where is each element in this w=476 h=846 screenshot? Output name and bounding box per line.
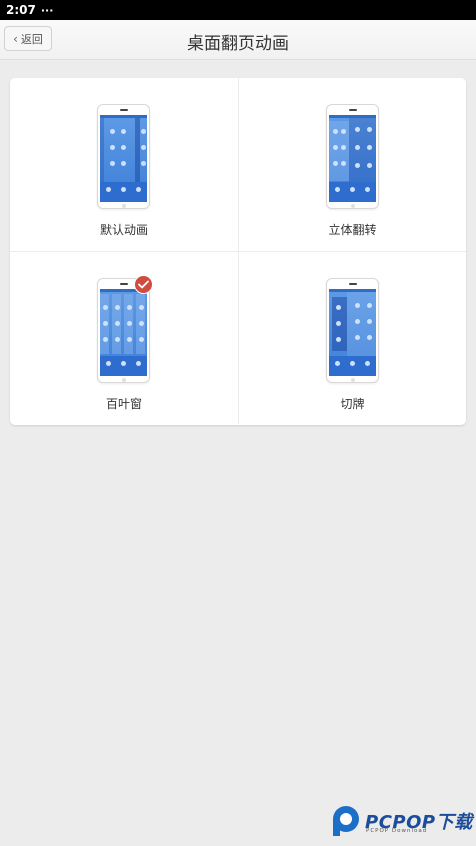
selected-check-icon <box>134 275 153 294</box>
default-animation-preview <box>97 104 150 209</box>
title-bar: ‹ 返回 桌面翻页动画 <box>0 20 476 60</box>
option-card-cut[interactable]: 切牌 <box>238 251 466 424</box>
status-time: 2:07 <box>6 3 36 17</box>
page-title: 桌面翻页动画 <box>187 34 289 54</box>
3d-flip-preview <box>326 104 379 209</box>
option-label: 默认动画 <box>99 223 148 237</box>
option-default-animation[interactable]: 默认动画 <box>10 78 238 251</box>
status-bar: 2:07 ··· <box>0 0 476 20</box>
option-label: 百叶窗 <box>105 397 142 411</box>
pcpop-logo-icon <box>333 806 359 836</box>
watermark-sub: PCPOP Download <box>366 828 428 834</box>
status-more-icon: ··· <box>40 3 54 17</box>
option-3d-flip[interactable]: 立体翻转 <box>238 78 466 251</box>
option-label: 立体翻转 <box>328 223 377 237</box>
option-label: 切牌 <box>340 397 365 411</box>
animation-options-card: 默认动画 立体翻转 百叶窗 切牌 <box>10 78 466 425</box>
option-blinds[interactable]: 百叶窗 <box>10 251 238 424</box>
pcpop-watermark-logo: PCPOP下载 PCPOP Download <box>329 804 474 840</box>
card-cut-preview <box>326 278 379 383</box>
